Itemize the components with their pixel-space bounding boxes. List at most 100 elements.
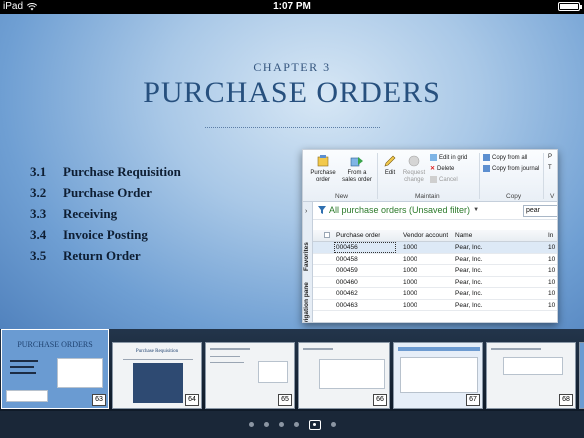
thumbnail-page-68[interactable]: 68 — [486, 342, 576, 409]
thumbnail-line — [123, 359, 193, 360]
toc-label: Invoice Posting — [63, 226, 148, 242]
chevron-down-icon: ▼ — [473, 207, 480, 213]
toc-item[interactable]: 3.1 Purchase Requisition — [30, 161, 181, 182]
cell-extra: 10 — [548, 301, 556, 309]
thumbnail-line — [303, 348, 333, 350]
thumbnail-page-64[interactable]: Purchase Requisition 64 — [112, 342, 202, 409]
ribbon-request-change: Request change — [401, 154, 427, 184]
request-change-icon — [408, 155, 420, 167]
ribbon-edit-in-grid: Edit in grid — [430, 154, 467, 161]
sales-order-icon — [350, 157, 363, 167]
page-number: 66 — [373, 394, 387, 406]
toc-item[interactable]: 3.5 Return Order — [30, 245, 181, 266]
page-dot[interactable] — [293, 422, 299, 427]
select-all-checkbox — [324, 232, 330, 238]
page-dot[interactable] — [330, 422, 336, 427]
thumbnail-title: PURCHASE ORDERS — [17, 340, 93, 349]
cell-name: Pear, Inc. — [455, 301, 483, 309]
thumbnail-line — [398, 347, 480, 351]
page-dot[interactable] — [263, 422, 269, 427]
ribbon-edit: Edit — [381, 154, 399, 177]
toc-number: 3.1 — [30, 163, 47, 179]
copy-icon — [483, 154, 490, 161]
thumbnail-page-65[interactable]: 65 — [205, 342, 295, 409]
thumbnail-page-63[interactable]: PURCHASE ORDERS 63 — [1, 329, 109, 409]
cell-extra: 10 — [548, 255, 556, 263]
ribbon-separator — [377, 153, 378, 199]
chapter-label: CHAPTER 3 — [253, 60, 331, 74]
toc-item[interactable]: 3.2 Purchase Order — [30, 182, 181, 203]
table-row: 000462 1000 Pear, Inc. 10 — [313, 288, 557, 300]
column-header: Vendor account — [403, 232, 449, 239]
toc-item[interactable]: 3.3 Receiving — [30, 203, 181, 224]
page-title: PURCHASE ORDERS — [143, 76, 441, 109]
cell-vendor: 1000 — [403, 255, 418, 263]
thumbnail-image — [57, 358, 103, 388]
page-number: 64 — [185, 394, 199, 406]
pencil-icon — [384, 155, 396, 167]
thumbnail-image — [6, 390, 48, 402]
cell-name: Pear, Inc. — [455, 290, 483, 297]
thumbnail-next-partial[interactable] — [579, 342, 584, 409]
thumbnail-line — [10, 360, 38, 362]
thumbnail-strip: PURCHASE ORDERS 63 Purchase Requisition … — [0, 329, 584, 411]
ribbon-group-label: Maintain — [415, 193, 440, 200]
cell-po: 000462 — [336, 290, 358, 297]
cancel-icon — [430, 176, 437, 183]
copy-journal-icon — [483, 165, 490, 172]
thumbnail-image — [503, 357, 563, 375]
page-dot[interactable] — [278, 422, 284, 427]
ribbon-group-label: New — [335, 193, 349, 200]
ribbon-copy-from-journal: Copy from journal — [483, 165, 539, 172]
ribbon-cancel: Cancel — [430, 176, 458, 183]
ribbon-purchase-order: Purchase order — [309, 154, 337, 184]
cell-vendor: 1000 — [403, 267, 418, 274]
thumbnail-image — [133, 363, 183, 403]
thumbnail-image — [258, 361, 288, 383]
ribbon-cut-label: P — [548, 154, 553, 160]
page-dot[interactable] — [248, 422, 254, 427]
thumbnail-line — [210, 348, 250, 350]
page-number: 63 — [92, 394, 106, 406]
table-row: 000456 1000 Pear, Inc. 10 — [313, 242, 557, 254]
toc-item[interactable]: 3.4 Invoice Posting — [30, 224, 181, 245]
left-rail: › Favorites vigation pane — [303, 202, 313, 322]
cell-po: 000460 — [336, 278, 358, 286]
cell-name: Pear, Inc. — [455, 278, 483, 286]
cell-vendor: 1000 — [403, 244, 418, 251]
purchase-order-icon — [317, 155, 329, 167]
toc-number: 3.5 — [30, 247, 47, 263]
thumbnail-page-67[interactable]: 67 — [393, 342, 483, 409]
thumbnail-image — [319, 359, 385, 389]
page-number: 67 — [466, 394, 480, 406]
purchase-orders-grid: Purchase order Vendor account Name In 00… — [313, 230, 557, 311]
table-row: 000460 1000 Pear, Inc. 10 — [313, 277, 557, 288]
clock: 1:07 PM — [273, 1, 311, 12]
slide[interactable]: CHAPTER 3 PURCHASE ORDERS 3.1 Purchase R… — [0, 14, 584, 344]
thumbnail-image — [400, 357, 478, 393]
ribbon: Purchase order From a sales order Edit R… — [303, 150, 557, 202]
page-dot-current[interactable] — [308, 419, 321, 430]
ribbon-cut-label: T — [548, 165, 552, 171]
page-indicator — [0, 411, 584, 438]
thumbnail-line — [210, 356, 240, 357]
toc-number: 3.2 — [30, 184, 47, 200]
ribbon-separator — [479, 153, 480, 199]
cell-vendor: 1000 — [403, 278, 418, 286]
app-screenshot: Purchase order From a sales order Edit R… — [302, 149, 558, 323]
page-number: 65 — [278, 394, 292, 406]
cell-extra: 10 — [548, 267, 556, 274]
column-header: Name — [455, 232, 473, 239]
cell-po: 000459 — [336, 267, 358, 274]
ribbon-separator — [543, 153, 544, 199]
toc-label: Return Order — [63, 247, 141, 263]
column-header: In — [548, 232, 554, 239]
toc-label: Purchase Requisition — [63, 163, 181, 179]
thumbnail-page-66[interactable]: 66 — [298, 342, 390, 409]
filter-title: All purchase orders (Unsaved filter) ▼ — [318, 205, 479, 215]
rail-tab-favorites: Favorites — [303, 242, 310, 272]
ribbon-group-label: Copy — [506, 193, 522, 200]
thumbnail-title: Purchase Requisition — [135, 349, 179, 354]
page-number: 68 — [559, 394, 573, 406]
delete-icon: ✕ — [430, 166, 436, 172]
